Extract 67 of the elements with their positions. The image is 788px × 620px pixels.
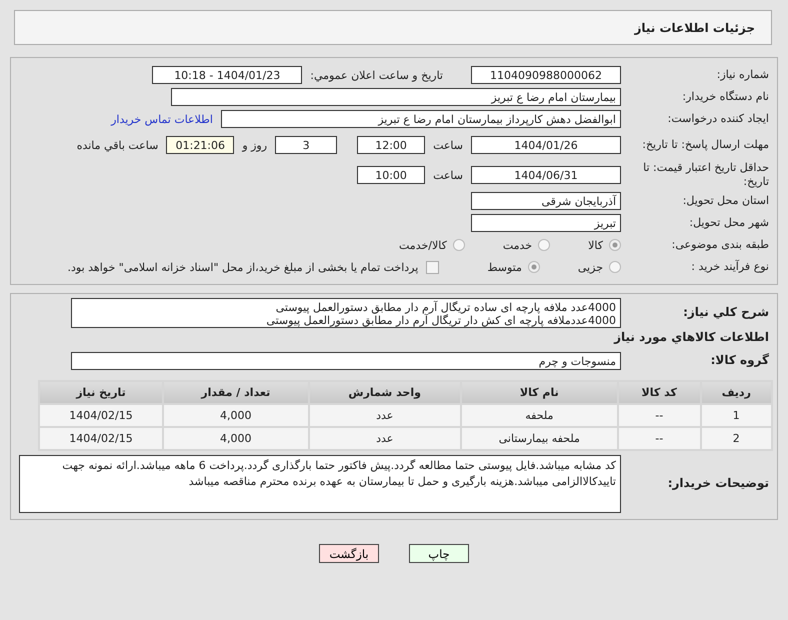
column-header: ردیف: [702, 382, 771, 403]
field-label: شهر محل تحویل:: [688, 216, 770, 230]
column-header: نام کالا: [462, 382, 617, 403]
checkbox[interactable]: [426, 260, 440, 274]
field-label: نوع فرآیند خرید :: [690, 260, 770, 274]
back-button[interactable]: بازگشت: [319, 544, 379, 563]
province-field: آذربایجان شرقی: [471, 192, 621, 210]
table-cell: 2: [702, 428, 771, 449]
table-cell: عدد: [310, 405, 460, 426]
field-label: مهلت ارسال پاسخ: تا تاریخ:: [641, 138, 770, 152]
radio-button[interactable]: [528, 261, 540, 273]
announce-date-field: 1404/01/23 - 10:18: [152, 66, 302, 84]
radio-label: کالا: [588, 238, 603, 252]
print-button[interactable]: چاپ: [409, 544, 469, 563]
date-field: 1404/06/31: [471, 166, 621, 184]
description-textarea[interactable]: 4000عدد ملافه پارچه ای ساده تریگال آرم دار مطابق دستورالعمل پیوستی 4000عددملافه پارچه ای کش دار تریگال آرم دار مطابق دستورالعمل پیوستی: [71, 298, 621, 328]
field-label: استان محل تحویل:: [682, 194, 770, 208]
table-cell: ملحفه: [462, 405, 617, 426]
field-label: نام دستگاه خریدار:: [681, 90, 770, 104]
goods-group-field: منسوجات و چرم: [71, 352, 621, 370]
days-label: روز و: [242, 138, 268, 152]
table-cell: 4,000: [164, 428, 308, 449]
radio-button[interactable]: [609, 261, 621, 273]
column-header: واحد شمارش: [310, 382, 460, 403]
radio-button[interactable]: [538, 239, 550, 251]
remaining-label: ساعت باقي مانده: [76, 138, 158, 152]
radio-button[interactable]: [452, 239, 465, 251]
radio-label: متوسط: [487, 260, 522, 274]
requester-field: ابوالفضل دهش کارپرداز بیمارستان امام رضا ع تبریز: [221, 110, 621, 128]
table-cell: عدد: [310, 428, 460, 449]
table-cell: ملحفه بیمارستانی: [462, 428, 617, 449]
time-field: 12:00: [357, 136, 426, 154]
field-label: طبقه بندی موضوعی:: [670, 238, 770, 252]
days-field: 3: [275, 136, 338, 154]
column-header: تاریخ نیاز: [40, 382, 162, 403]
column-header: تعداد / مقدار: [164, 382, 308, 403]
field-label: گروه کالا:: [710, 353, 770, 369]
time-label: ساعت: [433, 168, 463, 182]
radio-label: جزیی: [578, 260, 603, 274]
time-label: ساعت: [433, 138, 463, 152]
table-cell: 4,000: [164, 405, 308, 426]
buyer-contact-link[interactable]: اطلاعات تماس خریدار: [111, 112, 213, 126]
section-heading: اطلاعات كالاهاي مورد نياز: [612, 329, 770, 346]
field-label: ایجاد کننده درخواست:: [666, 112, 770, 126]
date-field: 1404/01/26: [471, 136, 621, 154]
table-cell: --: [618, 405, 700, 426]
city-field: تبریز: [471, 214, 621, 232]
remaining-time-field: 01:21:06: [166, 136, 234, 154]
field-label: شرح كلي نياز:: [682, 305, 770, 321]
buyer-notes-textarea[interactable]: کد مشابه میباشد.فایل پیوستی حتما مطالعه گردد.پیش فاکتور حتما بارگذاری گردد.پرداخت 6 ماهه میباشد.ارائه نمونه جهت تاییدکالاالزامی میباشد.هزینه بارگیری و حمل تا بیمارستان به عهده برنده محترم مناقصه میباشد: [19, 455, 621, 513]
field-label: حداقل تاریخ اعتبار قیمت: تا تاریخ:: [642, 160, 770, 190]
table-cell: 1: [702, 405, 771, 426]
table-cell: 1404/02/15: [40, 428, 162, 449]
treasury-note: پرداخت تمام یا بخشی از مبلغ خرید،از محل "اسناد خزانه اسلامی" خواهد بود.: [68, 260, 418, 274]
table-cell: 1404/02/15: [40, 405, 162, 426]
radio-label: کالا/خدمت: [399, 238, 447, 252]
column-header: کد کالا: [618, 382, 700, 403]
need-number-field: 1104090988000062: [471, 66, 621, 84]
table-cell: --: [618, 428, 700, 449]
time-field: 10:00: [357, 166, 426, 184]
radio-button[interactable]: [609, 239, 621, 251]
page-title: جزئیات اطلاعات نیاز: [634, 20, 755, 34]
field-label: شماره نیاز:: [716, 68, 770, 82]
field-label: توضیحات خریدار:: [666, 476, 770, 492]
radio-label: خدمت: [502, 238, 532, 252]
field-label: تاریخ و ساعت اعلان عمومي:: [310, 68, 443, 82]
buyer-org-field: بیمارستان امام رضا ع تبریز: [171, 88, 621, 106]
